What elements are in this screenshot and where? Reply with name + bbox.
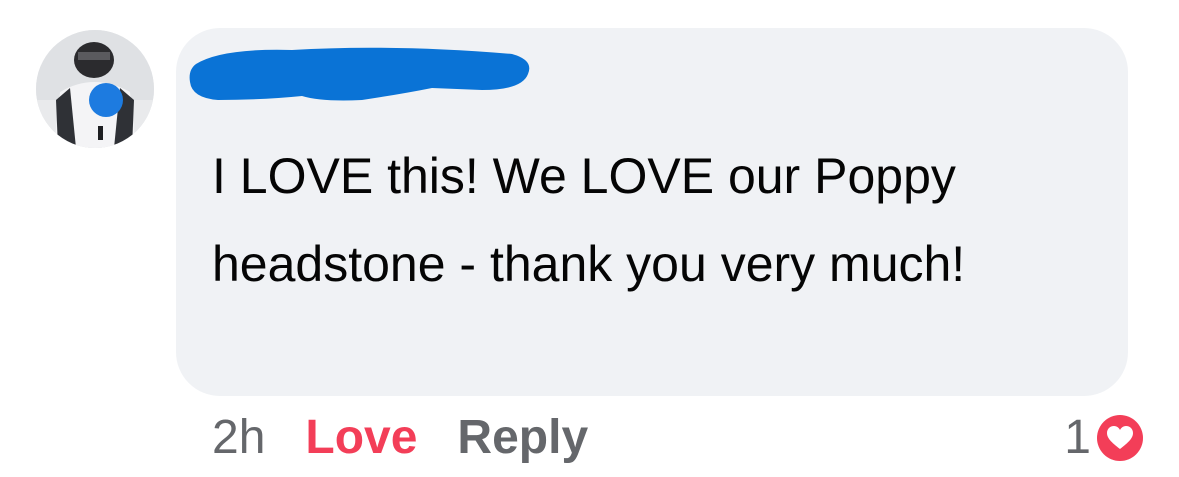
reply-button[interactable]: Reply [457,408,588,468]
redaction-scribble [189,47,530,101]
comment-bubble: I LOVE this! We LOVE our Poppy headstone… [176,28,1128,396]
reaction-count: 1 [1064,411,1091,464]
love-reaction-button[interactable]: Love [305,408,417,468]
profile-photo [36,30,154,148]
comment-timestamp[interactable]: 2h [212,408,265,468]
heart-reaction-icon [1097,415,1143,461]
avatar[interactable] [36,30,154,148]
reaction-summary[interactable]: 1 [1064,408,1145,468]
comment-actions: 2h Love Reply [212,408,588,468]
comment-text: I LOVE this! We LOVE our Poppy headstone… [212,148,966,292]
